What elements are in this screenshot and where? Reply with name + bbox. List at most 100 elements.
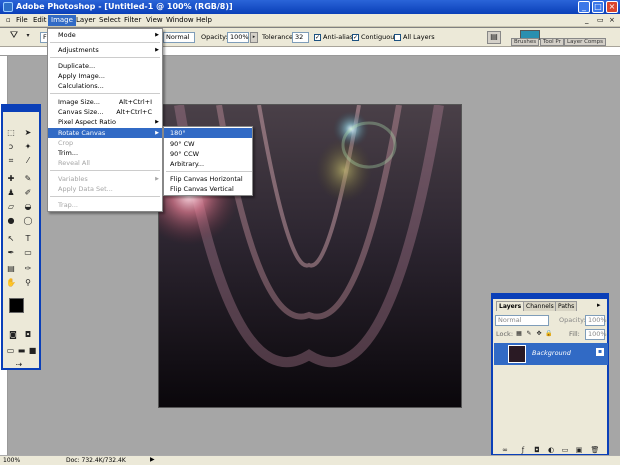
menu-edit[interactable]: Edit <box>30 15 50 26</box>
delete-layer-icon[interactable]: 🗑 <box>589 445 601 455</box>
blur-icon[interactable]: ● <box>5 216 17 226</box>
move-icon[interactable]: ➤ <box>22 128 34 138</box>
layer-name: Background <box>532 349 571 357</box>
submenu-item-90-ccw[interactable]: 90° CCW <box>164 149 252 159</box>
status-arrow-icon[interactable]: ▶ <box>150 456 155 463</box>
minimize-icon[interactable]: _ <box>578 1 590 13</box>
fill-input[interactable]: 100% <box>585 329 607 340</box>
tab-channels[interactable]: Channels <box>523 301 557 311</box>
menu-item-calculations[interactable]: Calculations... <box>48 81 162 91</box>
layer-mask-icon[interactable]: ◘ <box>531 445 543 455</box>
menu-item-trim[interactable]: Trim... <box>48 148 162 158</box>
layer-group-icon[interactable]: ▭ <box>559 445 571 455</box>
doc-restore-icon[interactable]: ▭ <box>594 15 607 26</box>
doc-minimize-icon[interactable]: _ <box>582 15 592 26</box>
path-selection-icon[interactable]: ↖ <box>5 234 17 244</box>
menu-help[interactable]: Help <box>193 15 215 26</box>
tab-layer-comps[interactable]: Layer Comps <box>564 38 607 46</box>
menu-item-pixel-aspect-ratio[interactable]: Pixel Aspect Ratio ▶ <box>48 117 162 127</box>
tab-tool-presets[interactable]: Tool Pr <box>540 38 564 46</box>
shape-icon[interactable]: ▭ <box>22 248 34 258</box>
doc-size: Doc: 732.4K/732.4K <box>66 457 126 464</box>
menu-layer[interactable]: Layer <box>73 15 99 26</box>
crop-icon[interactable]: ⌗ <box>5 156 17 166</box>
menu-item-canvas-size[interactable]: Canvas Size... Alt+Ctrl+C <box>48 107 162 117</box>
hand-icon[interactable]: ✋ <box>5 278 17 288</box>
screen-mode-full-icon[interactable]: ■ <box>27 346 38 356</box>
menu-select[interactable]: Select <box>96 15 124 26</box>
all-layers-label: All Layers <box>403 33 435 41</box>
standard-mode-icon[interactable]: ◙ <box>7 330 19 340</box>
tab-layers[interactable]: Layers <box>496 301 525 311</box>
menu-filter[interactable]: Filter <box>121 15 144 26</box>
panel-menu-icon[interactable]: ▸ <box>597 301 601 309</box>
healing-brush-icon[interactable]: ✚ <box>5 174 17 184</box>
menu-item-reveal-all: Reveal All <box>58 159 90 167</box>
eraser-icon[interactable]: ▱ <box>5 202 17 212</box>
menu-item-duplicate[interactable]: Duplicate... <box>48 61 162 71</box>
type-icon[interactable]: T <box>22 234 34 244</box>
mode-select[interactable]: Normal <box>163 32 195 43</box>
lasso-icon[interactable]: ↄ <box>5 142 17 152</box>
contiguous-checkbox[interactable]: ✓ <box>352 34 359 41</box>
paint-bucket-icon[interactable]: ⛛ <box>8 31 20 41</box>
adjustment-layer-icon[interactable]: ◐ <box>545 445 557 455</box>
pen-icon[interactable]: ✒ <box>5 248 17 258</box>
blend-mode-select[interactable]: Normal <box>495 315 549 326</box>
menu-window[interactable]: Window <box>163 15 197 26</box>
imageready-jump-icon[interactable]: ⇢ <box>7 360 31 370</box>
menu-item-rotate-canvas[interactable]: Rotate Canvas ▶ <box>48 128 162 138</box>
submenu-arrow-icon: ▶ <box>155 32 159 38</box>
screen-mode-full-menu-icon[interactable]: ▬ <box>16 346 27 356</box>
maximize-icon[interactable]: □ <box>592 1 604 13</box>
tab-brushes[interactable]: Brushes <box>511 38 540 46</box>
menu-item-mode[interactable]: Mode ▶ <box>48 30 162 40</box>
menu-item-adjustments[interactable]: Adjustments ▶ <box>48 45 162 55</box>
quick-mask-icon[interactable]: ◘ <box>22 330 34 340</box>
magic-wand-icon[interactable]: ✦ <box>22 142 34 152</box>
foreground-color-swatch[interactable] <box>9 298 24 313</box>
menu-item-image-size[interactable]: Image Size... Alt+Ctrl+I <box>48 97 162 107</box>
clone-stamp-icon[interactable]: ♟ <box>5 188 17 198</box>
link-layers-icon[interactable]: ∞ <box>499 445 511 455</box>
notes-icon[interactable]: ▤ <box>5 264 17 274</box>
window-title: Adobe Photoshop - [Untitled-1 @ 100% (RG… <box>16 2 233 11</box>
lock-all-icon[interactable]: 🔒 <box>543 329 555 339</box>
new-layer-icon[interactable]: ▣ <box>573 445 585 455</box>
layer-style-icon[interactable]: ƒ <box>517 445 529 455</box>
file-browser-icon[interactable]: ▤ <box>487 31 501 44</box>
submenu-item-flip-horizontal[interactable]: Flip Canvas Horizontal <box>164 174 252 184</box>
brush-icon[interactable]: ✎ <box>22 174 34 184</box>
screen-mode-standard-icon[interactable]: ▭ <box>5 346 16 356</box>
submenu-item-90-cw[interactable]: 90° CW <box>164 139 252 149</box>
layer-row-background[interactable]: Background ▪ <box>494 343 608 365</box>
history-brush-icon[interactable]: ✐ <box>22 188 34 198</box>
all-layers-checkbox[interactable] <box>394 34 401 41</box>
dodge-icon[interactable]: ◯ <box>22 216 34 226</box>
submenu-item-arbitrary[interactable]: Arbitrary... <box>164 159 252 169</box>
doc-close-icon[interactable]: × <box>606 15 618 26</box>
zoom-level[interactable]: 100% <box>3 457 20 464</box>
layer-thumbnail <box>508 345 526 363</box>
antialias-checkbox[interactable]: ✓ <box>314 34 321 41</box>
layer-opacity-input[interactable]: 100% <box>585 315 607 326</box>
toolbox: ⬚ ➤ ↄ ✦ ⌗ ⁄ ✚ ✎ ♟ ✐ ▱ ◒ ● ◯ ↖ T ✒ ▭ ▤ ✑ … <box>1 104 41 370</box>
opacity-input[interactable]: 100% <box>227 32 249 43</box>
tool-preset-chevron-icon[interactable]: ▾ <box>22 31 34 41</box>
menu-file[interactable]: File <box>13 15 31 26</box>
menu-image[interactable]: Image <box>48 15 76 26</box>
menu-separator <box>50 93 160 94</box>
opacity-arrow-icon[interactable]: ▸ <box>250 32 258 43</box>
submenu-item-flip-vertical[interactable]: Flip Canvas Vertical <box>164 184 252 194</box>
close-icon[interactable]: × <box>606 1 618 13</box>
eyedropper-icon[interactable]: ✑ <box>22 264 34 274</box>
marquee-icon[interactable]: ⬚ <box>5 128 17 138</box>
slice-icon[interactable]: ⁄ <box>22 156 34 166</box>
paint-bucket-tool-icon[interactable]: ◒ <box>22 202 34 212</box>
menu-item-apply-image[interactable]: Apply Image... <box>48 71 162 81</box>
submenu-item-180[interactable]: 180° <box>164 128 252 138</box>
tolerance-input[interactable]: 32 <box>292 32 309 43</box>
zoom-icon[interactable]: ⚲ <box>22 278 34 288</box>
tab-paths[interactable]: Paths <box>555 301 578 311</box>
document-icon[interactable]: ▫ <box>3 15 12 26</box>
